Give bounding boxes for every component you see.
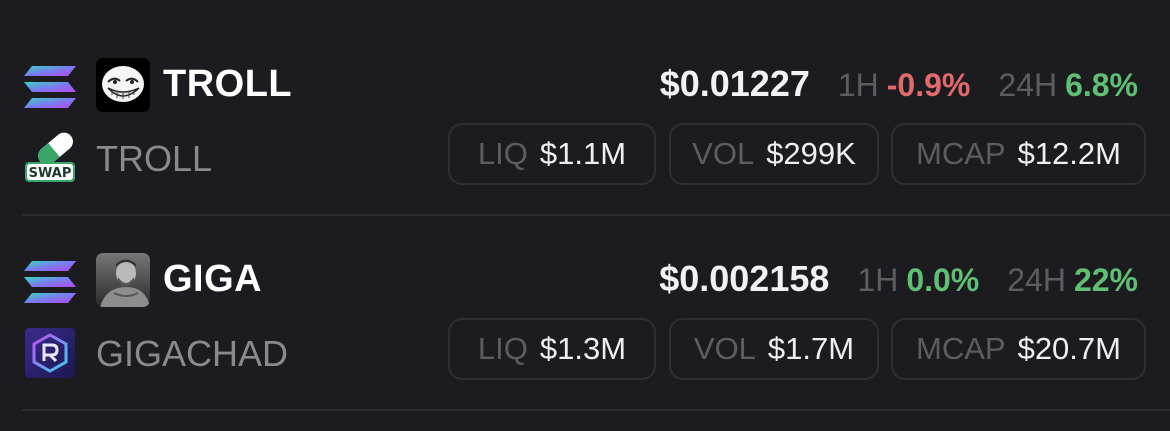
token-row-troll[interactable]: TROLL SWAP TROLL $0.01227 1H -0.9% 24H 6…: [0, 20, 1170, 215]
swap-label: SWAP: [29, 166, 72, 181]
vol-label: VOL: [692, 136, 755, 171]
liq-label: LIQ: [477, 331, 528, 366]
liquidity-chip: LIQ $1.1M: [448, 123, 656, 185]
change-24h-value: 22%: [1073, 262, 1138, 298]
vol-value: $299K: [766, 136, 856, 171]
price-line: $0.002158 1H 0.0% 24H 22%: [659, 257, 1138, 301]
volume-chip: VOL $299K: [669, 123, 879, 185]
token-symbol: TROLL: [163, 63, 293, 105]
volume-chip: VOL $1.7M: [669, 318, 879, 380]
change-1h-label: 1H: [837, 67, 879, 103]
vol-value: $1.7M: [767, 331, 855, 366]
swap-pill-icon: SWAP: [25, 132, 75, 182]
liq-label: LIQ: [477, 136, 528, 171]
price-line: $0.01227 1H -0.9% 24H 6.8%: [660, 62, 1138, 106]
token-symbol: GIGA: [163, 258, 263, 300]
trollface-icon: [96, 58, 150, 112]
liquidity-chip: LIQ $1.3M: [448, 318, 656, 380]
change-24h-value: 6.8%: [1065, 67, 1138, 103]
mcap-label: MCAP: [916, 136, 1006, 171]
row-divider: [22, 409, 1170, 411]
token-name: GIGACHAD: [96, 333, 289, 374]
token-row-giga[interactable]: GIGA GIGACHAD $0.002158 1H 0.0% 24H 22% …: [0, 215, 1170, 410]
gigachad-avatar-icon: [96, 253, 150, 307]
vol-label: VOL: [693, 331, 756, 366]
mcap-value: $20.7M: [1017, 331, 1121, 366]
change-24h-label: 24H: [998, 67, 1058, 103]
token-price: $0.002158: [659, 258, 830, 299]
liq-value: $1.3M: [539, 331, 627, 366]
change-24h-label: 24H: [1007, 262, 1066, 298]
market-cap-chip: MCAP $20.7M: [891, 318, 1146, 380]
change-1h-value: -0.9%: [886, 67, 971, 103]
change-1h-value: 0.0%: [906, 262, 980, 298]
mcap-value: $12.2M: [1017, 136, 1121, 171]
mcap-label: MCAP: [916, 331, 1006, 366]
token-name: TROLL: [96, 138, 213, 179]
solana-icon: [24, 261, 76, 303]
solana-icon: [24, 66, 76, 108]
raydium-icon: [25, 328, 75, 378]
liq-value: $1.1M: [539, 136, 627, 171]
change-1h-label: 1H: [857, 262, 899, 298]
token-price: $0.01227: [659, 63, 810, 104]
market-cap-chip: MCAP $12.2M: [891, 123, 1146, 185]
